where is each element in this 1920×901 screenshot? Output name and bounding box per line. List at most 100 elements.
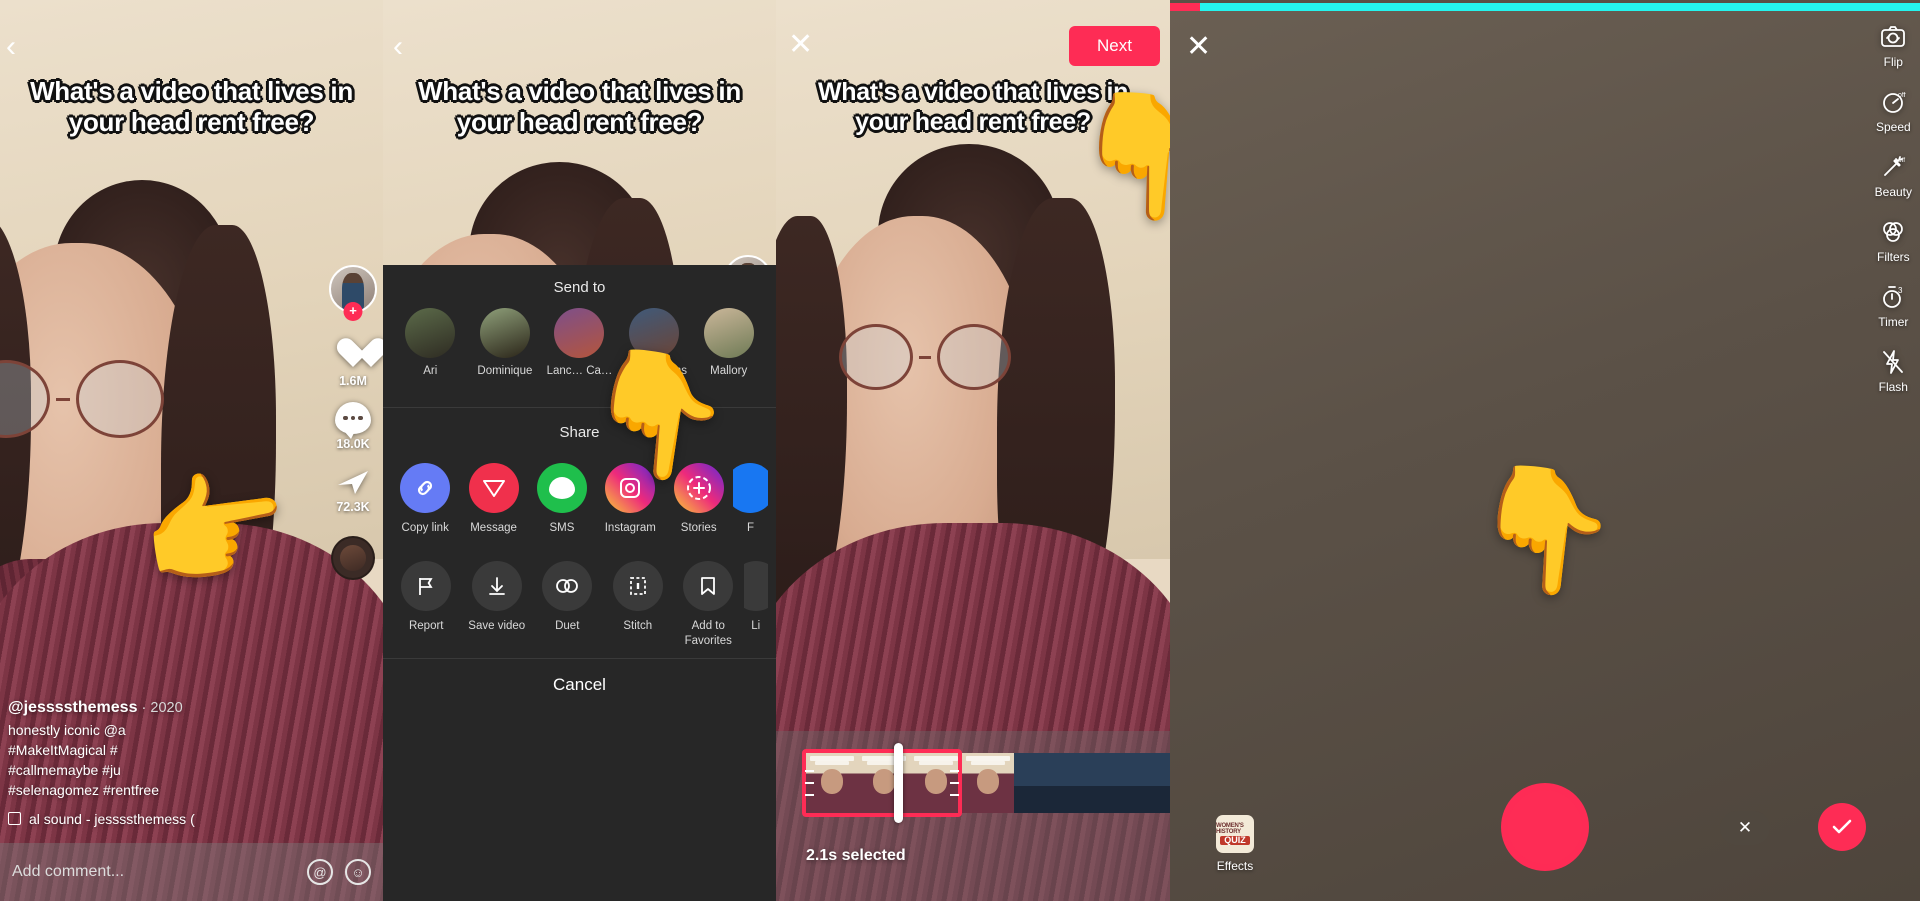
effects-button[interactable]: WOMEN'S HISTORY QUIZ Effects bbox=[1216, 815, 1254, 873]
follow-plus-icon[interactable]: + bbox=[343, 302, 363, 321]
video-text-sticker: What's a video that lives in your head r… bbox=[0, 76, 383, 137]
duet-icon[interactable] bbox=[542, 561, 593, 612]
close-icon[interactable]: ✕ bbox=[1186, 32, 1211, 62]
sticker-line-2: your head rent free? bbox=[68, 106, 315, 137]
sticker-line-1: What's a video that lives in bbox=[418, 76, 741, 106]
action-duet[interactable]: Duet bbox=[532, 561, 602, 648]
author-handle[interactable]: @jessssthemess bbox=[8, 699, 137, 716]
action-add-favorites[interactable]: Add to Favorites bbox=[673, 561, 743, 648]
filmstrip-frame bbox=[1014, 753, 1066, 813]
effects-label: Effects bbox=[1216, 859, 1254, 873]
link-icon[interactable] bbox=[400, 462, 451, 513]
tool-flash[interactable]: Flash bbox=[1878, 347, 1908, 394]
effects-thumb-line-2: QUIZ bbox=[1220, 835, 1250, 846]
contact-item[interactable]: Ari bbox=[397, 308, 463, 393]
share-facebook[interactable]: F bbox=[732, 462, 769, 535]
back-icon[interactable]: ‹ bbox=[6, 32, 16, 62]
tool-label: Filters bbox=[1876, 250, 1910, 264]
back-icon[interactable]: ‹ bbox=[393, 32, 403, 62]
beauty-wand-icon[interactable]: off bbox=[1878, 152, 1908, 182]
action-report[interactable]: Report bbox=[391, 561, 461, 648]
description-line-1: honestly iconic @a bbox=[8, 721, 126, 738]
timer-icon[interactable]: 3 bbox=[1878, 282, 1908, 312]
share-button[interactable]: 72.3K bbox=[335, 465, 371, 514]
contact-item[interactable]: Dominique bbox=[472, 308, 538, 393]
emoji-icon[interactable]: ☺ bbox=[345, 859, 371, 885]
download-icon[interactable] bbox=[471, 561, 522, 612]
music-disc-icon[interactable] bbox=[331, 536, 375, 580]
at-icon[interactable]: @ bbox=[307, 859, 333, 885]
bookmark-icon[interactable] bbox=[683, 561, 734, 612]
flip-camera-icon[interactable] bbox=[1878, 22, 1908, 52]
music-note-icon bbox=[8, 812, 21, 826]
undo-button[interactable]: ✕ bbox=[1720, 811, 1770, 845]
comment-placeholder[interactable]: Add comment... bbox=[12, 863, 295, 881]
actions-row: Report Save video Duet Stitch Add to Fav… bbox=[383, 549, 776, 658]
stitch-icon[interactable] bbox=[612, 561, 663, 612]
tool-filters[interactable]: Filters bbox=[1877, 217, 1910, 264]
description-line-2: #MakeItMagical # bbox=[8, 741, 118, 758]
description-line-4: #selenagomez #rentfree bbox=[8, 782, 159, 799]
heart-icon[interactable] bbox=[335, 337, 371, 371]
share-label: Instagram bbox=[604, 521, 656, 534]
tool-timer[interactable]: 3 Timer bbox=[1878, 282, 1908, 329]
live-icon[interactable] bbox=[743, 561, 768, 612]
next-button[interactable]: Next bbox=[1069, 26, 1160, 66]
facebook-icon[interactable] bbox=[732, 462, 769, 513]
tool-label: Beauty bbox=[1874, 185, 1912, 199]
screenshot-root: ‹ What's a video that lives in your head… bbox=[0, 0, 1920, 901]
trim-selection-window[interactable] bbox=[802, 749, 962, 817]
paper-plane-icon[interactable] bbox=[468, 462, 519, 513]
post-date: 2020 bbox=[150, 700, 183, 717]
filters-icon[interactable] bbox=[1878, 217, 1908, 247]
pointing-hand-emoji: 👇 bbox=[1067, 83, 1170, 229]
profile-avatar-button[interactable]: + bbox=[329, 265, 377, 321]
flag-icon[interactable] bbox=[401, 561, 452, 612]
action-live[interactable]: Li bbox=[743, 561, 768, 648]
accept-button[interactable] bbox=[1818, 803, 1866, 851]
camera-bottom-bar: WOMEN'S HISTORY QUIZ Effects ✕ bbox=[1170, 763, 1920, 873]
video-text-sticker: What's a video that lives in your head r… bbox=[383, 76, 776, 137]
sticker-line-2: your head rent free? bbox=[456, 106, 703, 137]
action-save-video[interactable]: Save video bbox=[462, 561, 532, 648]
effects-thumbnail[interactable]: WOMEN'S HISTORY QUIZ bbox=[1216, 815, 1254, 853]
speed-icon[interactable]: off bbox=[1878, 87, 1908, 117]
comment-bubble-icon[interactable] bbox=[335, 402, 371, 439]
video-meta: @jessssthemess · 2020 honestly iconic @a… bbox=[8, 696, 195, 829]
like-button[interactable]: 1.6M bbox=[335, 337, 371, 388]
close-icon[interactable]: ✕ bbox=[788, 30, 813, 60]
contact-avatar[interactable] bbox=[479, 308, 530, 358]
contact-avatar[interactable] bbox=[703, 308, 754, 358]
action-label: Report bbox=[408, 620, 444, 633]
share-message[interactable]: Message bbox=[459, 462, 527, 535]
author-line: @jessssthemess · 2020 bbox=[8, 696, 195, 719]
trim-handle-left[interactable] bbox=[805, 770, 814, 796]
share-arrow-icon[interactable] bbox=[335, 465, 371, 497]
comment-button[interactable]: 18.0K bbox=[335, 402, 371, 451]
comment-bar[interactable]: Add comment... @ ☺ bbox=[0, 843, 383, 901]
sound-row[interactable]: al sound - jessssthemess ( bbox=[8, 809, 195, 829]
share-label: Stories bbox=[680, 521, 717, 534]
share-sms[interactable]: SMS bbox=[528, 462, 596, 535]
pointing-hand-emoji: 👇 bbox=[574, 338, 742, 492]
effects-thumb-line-1: WOMEN'S HISTORY bbox=[1216, 822, 1244, 836]
flash-icon[interactable] bbox=[1878, 347, 1908, 377]
tool-flip[interactable]: Flip bbox=[1878, 22, 1908, 69]
trim-handle-right[interactable] bbox=[950, 770, 959, 796]
sound-title[interactable]: al sound - jessssthemess ( bbox=[29, 809, 195, 829]
contact-avatar[interactable] bbox=[405, 308, 456, 358]
pointing-hand-emoji: 👉 bbox=[131, 453, 299, 607]
filmstrip-frame bbox=[962, 753, 1014, 813]
record-button[interactable] bbox=[1501, 783, 1589, 871]
like-count: 1.6M bbox=[339, 374, 367, 388]
playhead[interactable] bbox=[894, 743, 903, 823]
cancel-button[interactable]: Cancel bbox=[383, 657, 776, 717]
sound-disc-button[interactable] bbox=[331, 536, 375, 580]
share-label: SMS bbox=[549, 521, 575, 534]
action-stitch[interactable]: Stitch bbox=[603, 561, 673, 648]
progress-recorded bbox=[1170, 3, 1200, 11]
share-copy-link[interactable]: Copy link bbox=[391, 462, 459, 535]
svg-text:off: off bbox=[1898, 92, 1906, 99]
tool-speed[interactable]: off Speed bbox=[1876, 87, 1911, 134]
tool-beauty[interactable]: off Beauty bbox=[1875, 152, 1912, 199]
